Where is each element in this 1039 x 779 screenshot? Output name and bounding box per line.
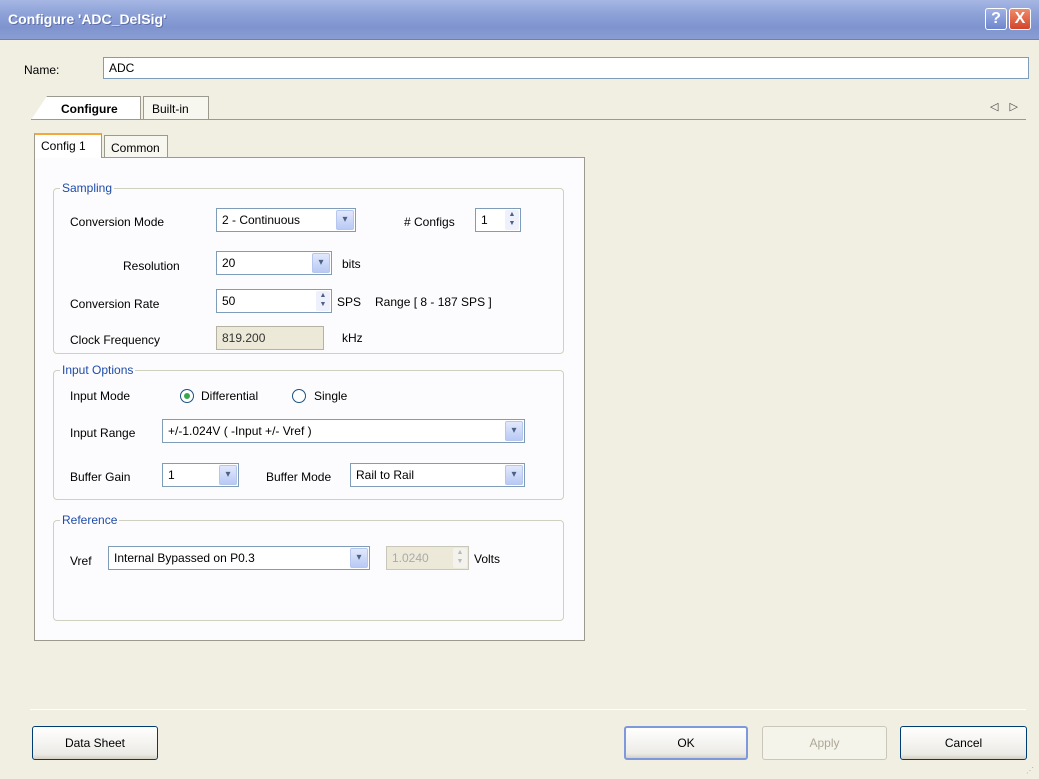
vref-select[interactable]: Internal Bypassed on P0.3 ▾ [108,546,370,570]
buffer-gain-select[interactable]: 1 ▾ [162,463,239,487]
spin-up-icon: ▲ [508,211,516,218]
tab-divider [31,119,1026,120]
buffer-gain-value: 1 [168,468,175,482]
reference-title: Reference [60,513,120,527]
outer-tab-strip: Configure Built-in [31,96,1031,120]
buffer-mode-value: Rail to Rail [356,468,415,482]
input-options-title: Input Options [60,363,136,377]
chevron-down-icon: ▾ [336,210,354,230]
dialog-body: Name: ADC Configure Built-in ◁ ▷ Config … [0,40,1039,779]
spin-up-icon: ▲ [319,292,327,299]
sampling-title: Sampling [60,181,115,195]
spin-up-icon: ▲ [456,549,464,556]
chevron-down-icon: ▾ [505,465,523,485]
conversion-mode-select[interactable]: 2 - Continuous ▾ [216,208,356,232]
num-configs-value: 1 [481,213,488,227]
spin-down-icon: ▼ [508,220,516,227]
buffer-mode-select[interactable]: Rail to Rail ▾ [350,463,525,487]
radio-differential[interactable] [180,389,194,403]
name-input[interactable]: ADC [103,57,1029,79]
resolution-select[interactable]: 20 ▾ [216,251,332,275]
chevron-down-icon: ▾ [219,465,237,485]
tab-configure[interactable]: Configure [31,96,141,120]
chevron-down-icon: ▾ [312,253,330,273]
conversion-mode-value: 2 - Continuous [222,213,301,227]
tab-scroll-arrows[interactable]: ◁ ▷ [990,100,1022,113]
spin-down-icon: ▼ [319,301,327,308]
resolution-label: Resolution [123,259,180,273]
resize-grip-icon[interactable]: ⋰ [1026,766,1036,776]
vref-voltage-value: 1.0240 [392,551,429,565]
spin-down-icon: ▼ [456,558,464,565]
conversion-rate-value: 50 [222,294,236,308]
vref-voltage-spinner: 1.0240 ▲ ▼ [386,546,469,570]
resolution-value: 20 [222,256,236,270]
buffer-mode-label: Buffer Mode [266,470,332,484]
spinner-arrows-icon: ▲ ▼ [505,210,519,230]
vref-voltage-unit: Volts [474,552,501,566]
config-panel: Sampling Conversion Mode 2 - Continuous … [34,157,585,641]
input-range-value: +/-1.024V ( -Input +/- Vref ) [168,424,312,438]
chevron-down-icon: ▾ [350,548,368,568]
buffer-gain-label: Buffer Gain [70,470,131,484]
single-label[interactable]: Single [314,389,347,403]
chevron-down-icon: ▾ [505,421,523,441]
button-separator [30,709,1026,710]
input-options-group: Input Options Input Mode Differential Si… [53,363,564,500]
input-mode-label: Input Mode [70,389,131,403]
title-bar: Configure 'ADC_DelSig' ? X [0,0,1039,40]
name-label: Name: [24,63,60,77]
ok-button[interactable]: OK [624,726,748,760]
num-configs-label: # Configs [404,215,455,229]
conversion-rate-label: Conversion Rate [70,297,160,311]
sampling-group: Sampling Conversion Mode 2 - Continuous … [53,181,564,354]
tab-config-1[interactable]: Config 1 [34,133,102,158]
close-button[interactable]: X [1009,8,1031,30]
help-button[interactable]: ? [985,8,1007,30]
num-configs-spinner[interactable]: 1 ▲ ▼ [475,208,521,232]
vref-label: Vref [70,554,92,568]
vref-value: Internal Bypassed on P0.3 [114,551,255,565]
input-range-select[interactable]: +/-1.024V ( -Input +/- Vref ) ▾ [162,419,525,443]
tab-common[interactable]: Common [104,135,168,157]
reference-group: Reference Vref Internal Bypassed on P0.3… [53,513,564,621]
differential-label[interactable]: Differential [201,389,258,403]
tab-built-in[interactable]: Built-in [143,96,209,120]
data-sheet-button[interactable]: Data Sheet [32,726,158,760]
clock-frequency-label: Clock Frequency [70,333,161,347]
conversion-rate-range: Range [ 8 - 187 SPS ] [375,295,492,309]
conversion-rate-spinner[interactable]: 50 ▲ ▼ [216,289,332,313]
input-range-label: Input Range [70,426,136,440]
cancel-button[interactable]: Cancel [900,726,1027,760]
radio-single[interactable] [292,389,306,403]
resolution-unit: bits [342,257,361,271]
spinner-arrows-icon: ▲ ▼ [316,291,330,311]
spinner-arrows-icon: ▲ ▼ [453,548,467,568]
window-title: Configure 'ADC_DelSig' [8,11,167,27]
conversion-rate-unit: SPS [337,295,362,309]
apply-button[interactable]: Apply [762,726,887,760]
clock-frequency-field: 819.200 [216,326,324,350]
clock-frequency-unit: kHz [342,331,363,345]
conversion-mode-label: Conversion Mode [70,215,165,229]
